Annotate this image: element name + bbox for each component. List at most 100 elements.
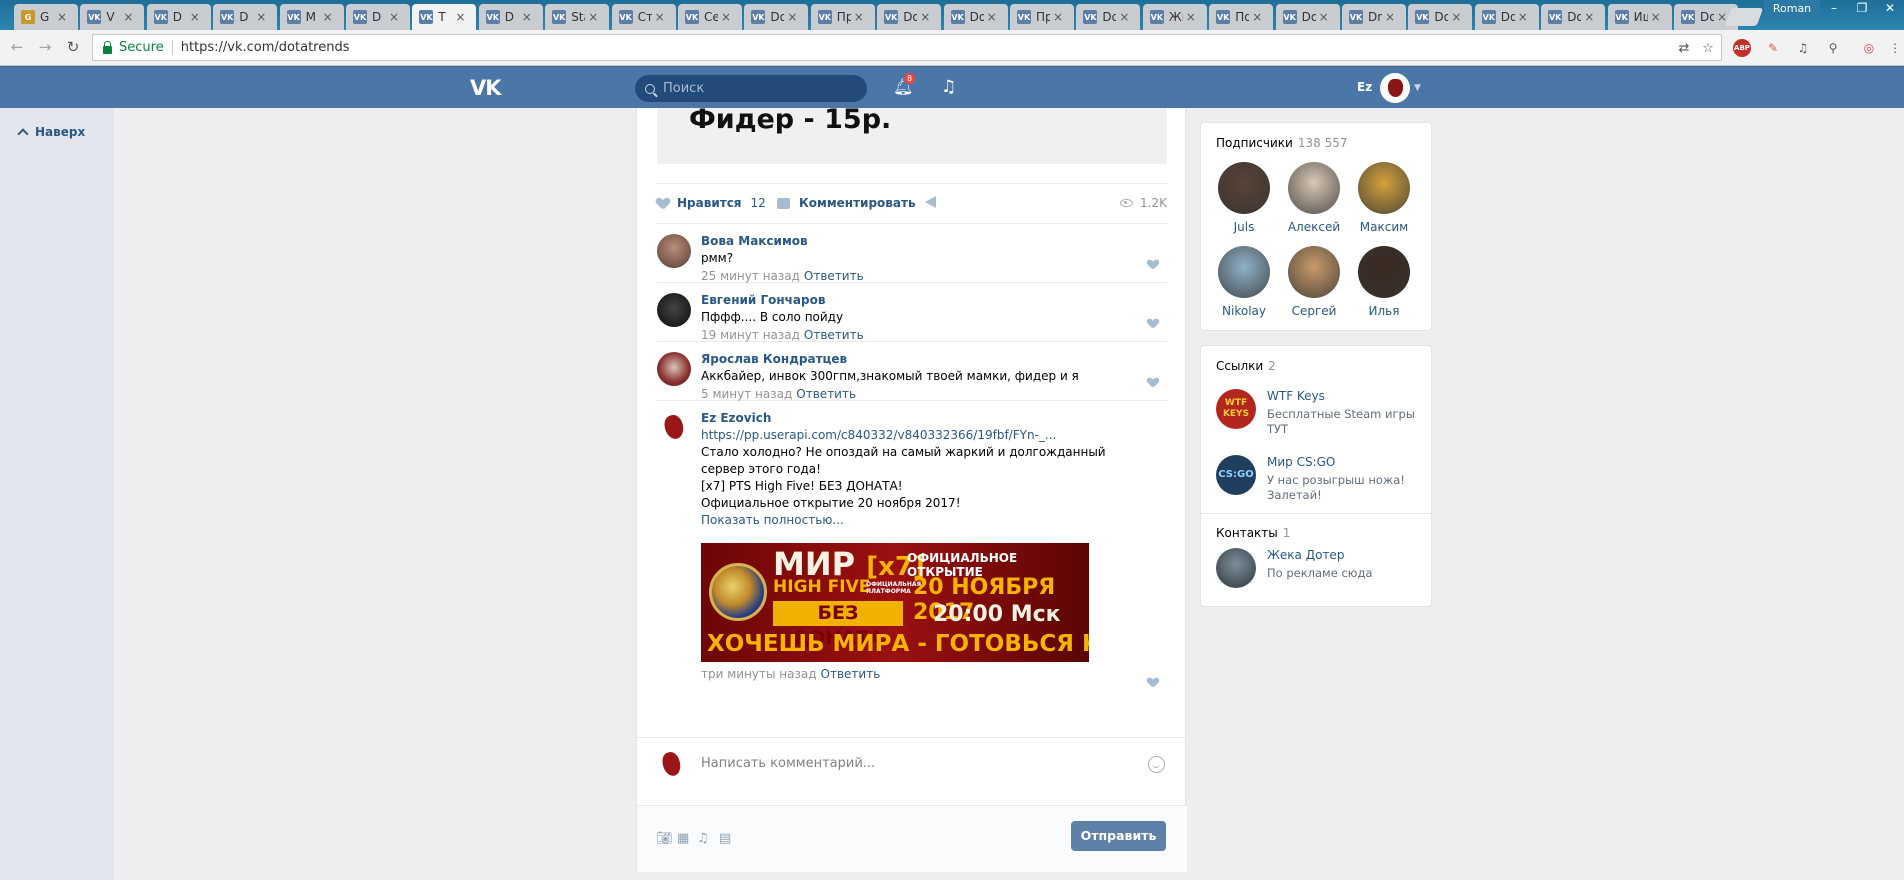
reply-author[interactable]: Вова Максимов — [701, 233, 1167, 250]
subscriber-item[interactable]: Максим — [1349, 156, 1419, 234]
browser-tab[interactable]: VK M × — [279, 4, 344, 30]
browser-tab[interactable]: VK T × — [412, 4, 477, 30]
link-avatar[interactable]: WTF KEYS — [1216, 389, 1256, 429]
browser-tab[interactable]: VK Dnot× — [1342, 4, 1406, 30]
subscriber-avatar[interactable] — [1218, 162, 1270, 214]
subscriber-name[interactable]: Сергей — [1279, 304, 1349, 318]
browser-tab[interactable]: VK Dota× — [1275, 4, 1340, 30]
adblock-extension-icon[interactable]: ABP — [1733, 39, 1751, 57]
close-window-button[interactable]: ✕ — [1876, 0, 1904, 18]
tab-close-icon[interactable]: × — [190, 10, 200, 24]
reply-author[interactable]: Ярослав Кондратцев — [701, 351, 1167, 368]
link-title[interactable]: WTF Keys — [1267, 389, 1325, 403]
share-button[interactable] — [925, 196, 936, 208]
browser-tab[interactable]: VK V × — [80, 4, 145, 30]
reply-image-banner[interactable]: МИР [x7] HIGH FIVE ОФИЦИАЛЬНАЯ ПЛАТФОРМА… — [701, 543, 1089, 662]
subscriber-name[interactable]: Juls — [1209, 220, 1279, 234]
browser-tab[interactable]: VK Starl× — [545, 4, 610, 30]
contact-item[interactable]: Жека Дотер По рекламе сюда — [1201, 540, 1431, 602]
browser-tab[interactable]: VK Dota× — [1408, 4, 1473, 30]
link-item[interactable]: CS:GO Мир CS:GO У нас розыгрыш ножа! Зал… — [1201, 447, 1431, 513]
tab-close-icon[interactable]: × — [1319, 10, 1329, 24]
browser-tab[interactable]: VK Про× — [810, 4, 875, 30]
reply-avatar[interactable] — [657, 234, 691, 268]
subscriber-avatar[interactable] — [1288, 246, 1340, 298]
subscriber-avatar[interactable] — [1288, 162, 1340, 214]
address-bar[interactable]: Secure https://vk.com/dotatrends ⇄ ☆ — [92, 34, 1722, 61]
reload-icon[interactable]: ↻ — [64, 38, 82, 56]
reply-link[interactable]: https://pp.userapi.com/c840332/v84033236… — [701, 427, 1141, 444]
link-avatar[interactable]: CS:GO — [1216, 455, 1256, 495]
post-image[interactable]: Фидер - 15р. — [657, 104, 1167, 164]
subscriber-avatar[interactable] — [1218, 246, 1270, 298]
contact-avatar[interactable] — [1216, 548, 1256, 588]
browser-tab[interactable]: VK Про× — [1010, 4, 1074, 30]
back-icon[interactable]: ← — [8, 38, 26, 56]
tab-close-icon[interactable]: × — [389, 10, 399, 24]
reply-time[interactable]: 25 минут назад — [701, 269, 800, 283]
scroll-top-rail[interactable]: Наверх — [0, 108, 114, 880]
contacts-title[interactable]: Контакты 1 — [1201, 514, 1431, 540]
tab-close-icon[interactable]: × — [721, 10, 731, 24]
video-icon[interactable]: ▦ — [677, 832, 691, 845]
reply-avatar[interactable] — [657, 352, 691, 386]
browser-tab[interactable]: VK D × — [478, 4, 543, 30]
browser-tab[interactable]: VK Студ× — [611, 4, 676, 30]
tab-close-icon[interactable]: × — [123, 10, 133, 24]
show-more-link[interactable]: Показать полностью... — [701, 512, 1141, 529]
tab-close-icon[interactable]: × — [455, 10, 465, 24]
browser-tab[interactable]: VK Dota× — [877, 4, 942, 30]
tab-close-icon[interactable]: × — [1385, 10, 1395, 24]
reply-time[interactable]: 19 минут назад — [701, 328, 800, 342]
subscriber-item[interactable]: Алексей — [1279, 156, 1349, 234]
camera-icon[interactable]: 📷︎ — [656, 832, 673, 845]
user-name[interactable]: Ez — [1357, 80, 1372, 94]
browser-tab[interactable]: VK Dota× — [1474, 4, 1539, 30]
subscriber-name[interactable]: Максим — [1349, 220, 1419, 234]
vk-logo[interactable]: VK — [470, 76, 502, 100]
new-tab-button[interactable] — [1724, 8, 1764, 26]
browser-tab[interactable]: VK Ищу× — [1607, 4, 1672, 30]
subscriber-item[interactable]: Сергей — [1279, 240, 1349, 318]
tab-close-icon[interactable]: × — [1053, 10, 1063, 24]
browser-tab[interactable]: VK Dota× — [1541, 4, 1606, 30]
subscriber-avatar[interactable] — [1358, 162, 1410, 214]
comment-input[interactable]: Написать комментарий... — [701, 748, 1091, 780]
contact-name[interactable]: Жека Дотер — [1267, 548, 1344, 562]
browser-tab[interactable]: VK Жиз× — [1142, 4, 1207, 30]
reply-author[interactable]: Евгений Гончаров — [701, 292, 1167, 309]
subscriber-name[interactable]: Илья — [1349, 304, 1419, 318]
link-title[interactable]: Мир CS:GO — [1267, 455, 1335, 469]
reply-avatar[interactable] — [657, 293, 691, 327]
document-icon[interactable]: ▤ — [719, 832, 733, 845]
browser-user-badge[interactable]: Roman — [1764, 0, 1820, 18]
tab-close-icon[interactable]: × — [1119, 10, 1129, 24]
extension-icon[interactable]: ✎ — [1764, 39, 1782, 57]
send-button[interactable]: Отправить — [1071, 821, 1166, 851]
tab-close-icon[interactable]: × — [588, 10, 598, 24]
search-input[interactable]: Поиск — [635, 75, 867, 102]
link-item[interactable]: WTF KEYS WTF Keys Бесплатные Steam игры … — [1201, 381, 1431, 447]
forward-icon[interactable]: → — [36, 38, 54, 56]
emoji-icon[interactable] — [1148, 756, 1165, 773]
browser-tab[interactable]: VK D × — [146, 4, 211, 30]
links-title[interactable]: Ссылки 2 — [1201, 346, 1431, 373]
reply-answer-link[interactable]: Ответить — [804, 328, 864, 342]
reply-time[interactable]: три минуты назад — [701, 667, 817, 681]
tab-close-icon[interactable]: × — [1186, 10, 1196, 24]
translate-icon[interactable]: ⇄ — [1676, 41, 1692, 57]
reply-answer-link[interactable]: Ответить — [821, 667, 881, 681]
subscriber-name[interactable]: Nikolay — [1209, 304, 1279, 318]
maximize-button[interactable]: ❐ — [1848, 0, 1876, 18]
subscriber-item[interactable]: Nikolay — [1209, 240, 1279, 318]
tab-close-icon[interactable]: × — [522, 10, 532, 24]
subscriber-item[interactable]: Juls — [1209, 156, 1279, 234]
reply-answer-link[interactable]: Ответить — [796, 387, 856, 401]
reply-like-icon[interactable] — [1148, 678, 1158, 687]
tab-close-icon[interactable]: × — [920, 10, 930, 24]
tab-close-icon[interactable]: × — [655, 10, 665, 24]
reply-author[interactable]: Ez Ezovich — [701, 410, 1141, 427]
user-avatar[interactable] — [1380, 73, 1410, 103]
tab-close-icon[interactable]: × — [1584, 10, 1594, 24]
reply-like-icon[interactable] — [1148, 378, 1158, 387]
